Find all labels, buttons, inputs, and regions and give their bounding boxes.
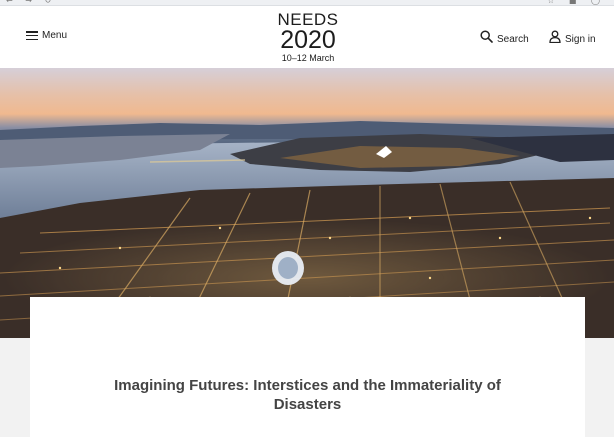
menu-label: Menu <box>42 30 68 41</box>
browser-extension-icons[interactable]: ☆ ■ ◯ <box>547 0 606 5</box>
logo-line-2: 2020 <box>280 26 336 54</box>
search-icon <box>480 30 493 48</box>
user-icon <box>549 30 561 48</box>
site-logo[interactable]: NEEDS 2020 10–12 March <box>270 11 346 63</box>
site-header: Menu NEEDS 2020 10–12 March Search Sign … <box>0 6 614 68</box>
sign-in-button[interactable]: Sign in <box>549 30 596 48</box>
browser-nav-icons[interactable]: ← → ↻ <box>6 0 56 5</box>
search-button[interactable]: Search <box>480 30 529 48</box>
article-title: Imagining Futures: Interstices and the I… <box>114 377 501 413</box>
menu-button[interactable]: Menu <box>26 30 67 41</box>
sign-in-label: Sign in <box>565 33 596 45</box>
search-label: Search <box>497 33 529 45</box>
logo-dates: 10–12 March <box>281 53 335 63</box>
hamburger-icon <box>26 31 38 40</box>
article-card: Imagining Futures: Interstices and the I… <box>30 297 585 437</box>
